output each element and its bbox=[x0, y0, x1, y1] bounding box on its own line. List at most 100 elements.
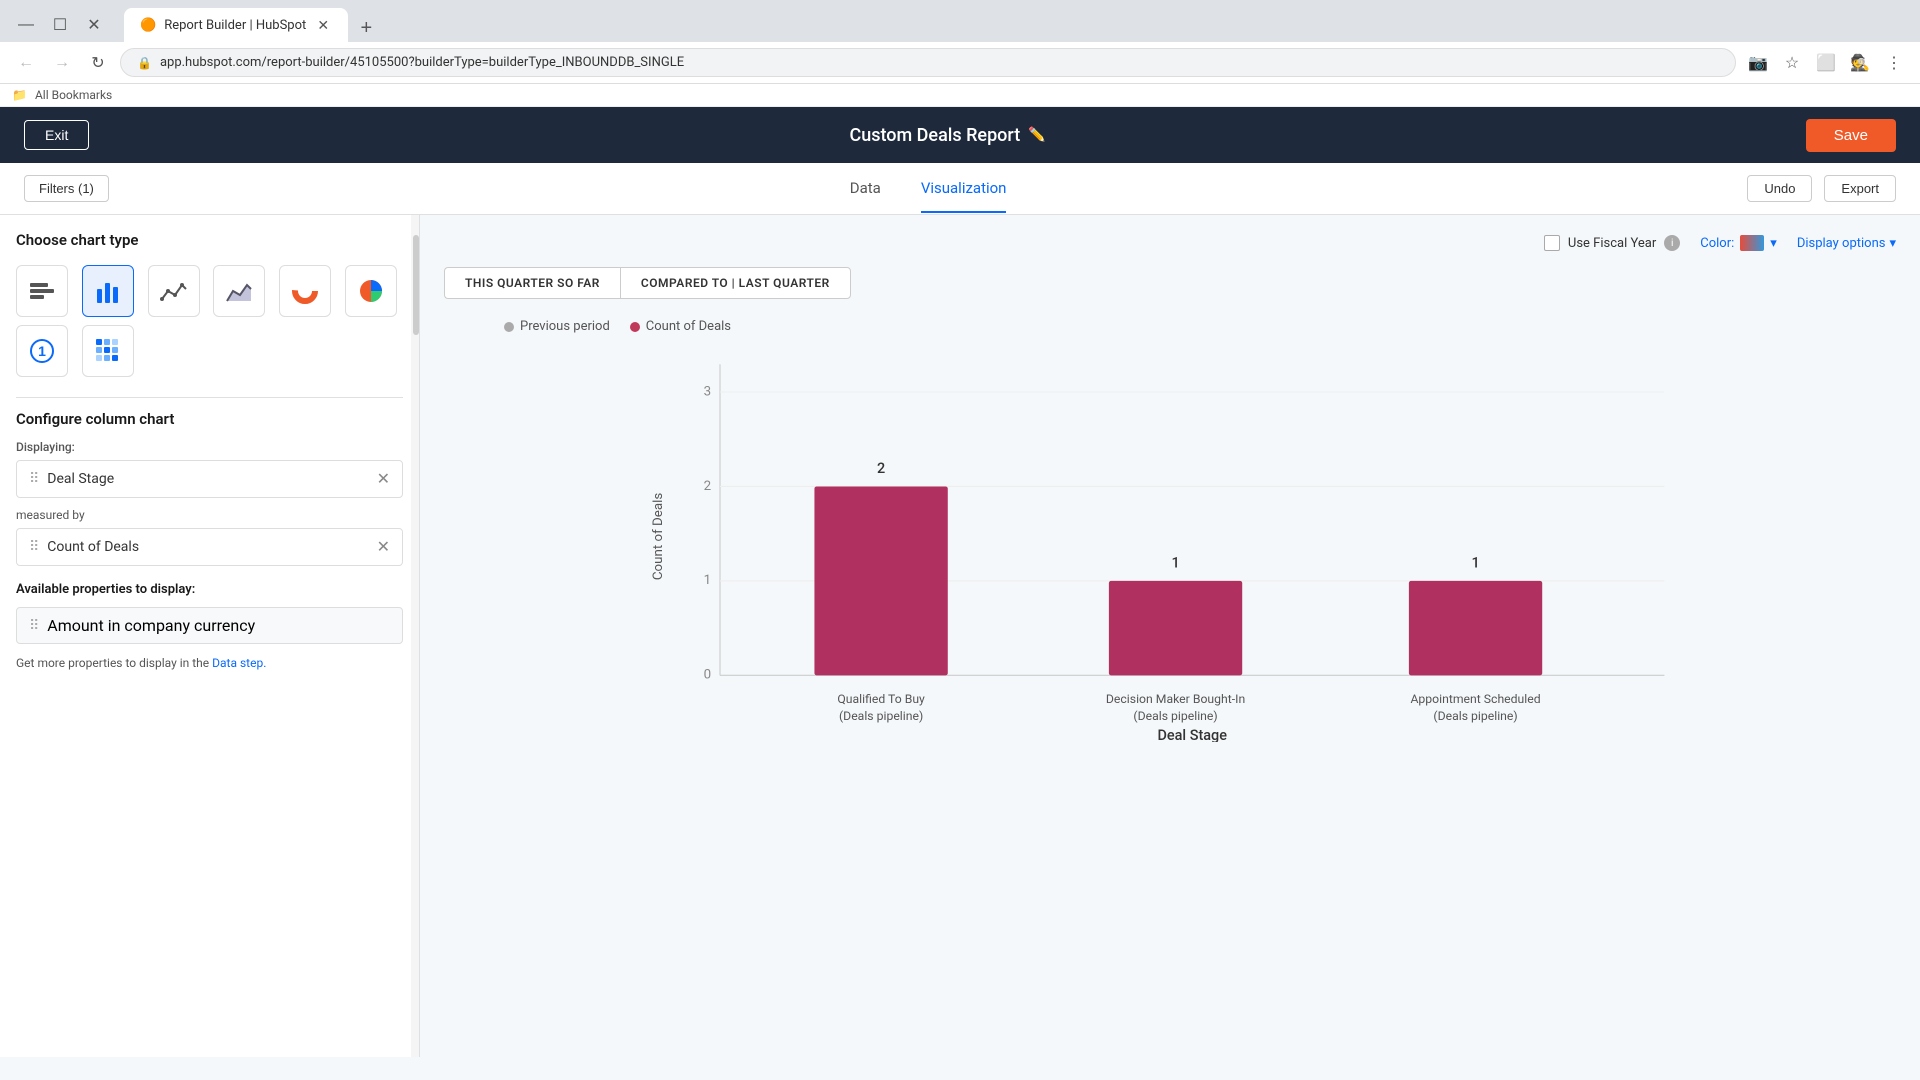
browser-actions: 📷 ☆ ⬜ 🕵 ⋮ bbox=[1744, 49, 1908, 77]
svg-text:2: 2 bbox=[877, 460, 885, 477]
undo-button[interactable]: Undo bbox=[1747, 175, 1812, 202]
tab-favicon: 🟠 bbox=[140, 18, 156, 33]
incognito-button[interactable]: 🕵 bbox=[1846, 49, 1874, 77]
svg-text:Qualified To Buy: Qualified To Buy bbox=[837, 692, 925, 706]
available-properties-title: Available properties to display: bbox=[16, 582, 403, 597]
legend-count-dot bbox=[630, 322, 640, 332]
svg-text:(Deals pipeline): (Deals pipeline) bbox=[1433, 709, 1517, 723]
browser-chrome: ― ☐ ✕ 🟠 Report Builder | HubSpot ✕ + ← →… bbox=[0, 0, 1920, 107]
bar-1 bbox=[814, 486, 947, 675]
legend-count-of-deals: Count of Deals bbox=[630, 319, 731, 334]
chart-type-pie[interactable] bbox=[345, 265, 397, 317]
save-button[interactable]: Save bbox=[1806, 119, 1896, 152]
minimize-button[interactable]: ― bbox=[12, 11, 40, 39]
maximize-button[interactable]: ☐ bbox=[46, 11, 74, 39]
data-step-link[interactable]: Data step. bbox=[212, 656, 266, 670]
this-quarter-tab[interactable]: THIS QUARTER SO FAR bbox=[444, 267, 620, 299]
sidebar-scrollbar-thumb bbox=[413, 235, 419, 335]
chart-types-grid: 1 bbox=[16, 265, 403, 377]
chart-legend: Previous period Count of Deals bbox=[444, 319, 1896, 334]
chart-area: Use Fiscal Year i Color: ▾ Display optio… bbox=[420, 215, 1920, 1057]
tab-data[interactable]: Data bbox=[850, 165, 881, 213]
extensions-button[interactable]: ⬜ bbox=[1812, 49, 1840, 77]
sidebar-scrollbar[interactable] bbox=[411, 215, 419, 1057]
chart-type-vertical-bar[interactable] bbox=[82, 265, 134, 317]
remove-count-button[interactable]: ✕ bbox=[377, 537, 390, 557]
color-swatch bbox=[1740, 235, 1764, 251]
edit-title-icon[interactable]: ✏️ bbox=[1028, 127, 1045, 143]
amount-currency-item[interactable]: ⠿ Amount in company currency bbox=[16, 607, 403, 644]
x-axis-label: Deal Stage bbox=[1157, 727, 1227, 742]
app-wrapper: Exit Custom Deals Report ✏️ Save Filters… bbox=[0, 107, 1920, 1057]
measured-by-label: measured by bbox=[16, 508, 403, 522]
tab-bar: 🟠 Report Builder | HubSpot ✕ + bbox=[124, 8, 380, 42]
bar-2 bbox=[1109, 581, 1242, 675]
tab-close-button[interactable]: ✕ bbox=[314, 16, 332, 34]
svg-text:(Deals pipeline): (Deals pipeline) bbox=[839, 709, 923, 723]
svg-text:(Deals pipeline): (Deals pipeline) bbox=[1133, 709, 1217, 723]
bar-3 bbox=[1409, 581, 1542, 675]
bookmarks-bar: 📁 All Bookmarks bbox=[0, 84, 1920, 107]
tab-title: Report Builder | HubSpot bbox=[164, 18, 306, 33]
top-nav: Exit Custom Deals Report ✏️ Save bbox=[0, 107, 1920, 163]
chart-type-line[interactable] bbox=[148, 265, 200, 317]
display-options-button[interactable]: Display options ▾ bbox=[1797, 236, 1896, 251]
info-icon[interactable]: i bbox=[1664, 235, 1680, 251]
compared-to-tab[interactable]: COMPARED TO | LAST QUARTER bbox=[620, 267, 851, 299]
report-title-text: Custom Deals Report bbox=[850, 125, 1021, 146]
data-step-hint: Get more properties to display in the Da… bbox=[16, 656, 403, 670]
displaying-label: Displaying: bbox=[16, 440, 403, 454]
legend-previous-dot bbox=[504, 322, 514, 332]
y-axis-label: Count of Deals bbox=[651, 493, 666, 580]
tab-visualization[interactable]: Visualization bbox=[921, 165, 1007, 213]
address-bar[interactable]: 🔒 app.hubspot.com/report-builder/4510550… bbox=[120, 48, 1736, 77]
chart-container: 3 2 1 0 Count of Deals 2 bbox=[444, 342, 1896, 1037]
forward-button[interactable]: → bbox=[48, 49, 76, 77]
exit-button[interactable]: Exit bbox=[24, 120, 89, 150]
amount-currency-label: Amount in company currency bbox=[47, 616, 255, 635]
new-tab-button[interactable]: + bbox=[352, 14, 380, 42]
close-button[interactable]: ✕ bbox=[80, 11, 108, 39]
color-label: Color: bbox=[1700, 236, 1734, 251]
sidebar: Choose chart type bbox=[0, 215, 420, 1057]
browser-titlebar: ― ☐ ✕ 🟠 Report Builder | HubSpot ✕ + bbox=[0, 0, 1920, 42]
legend-previous-label: Previous period bbox=[520, 319, 610, 334]
fiscal-year-toggle: Use Fiscal Year i bbox=[1544, 235, 1680, 251]
refresh-button[interactable]: ↻ bbox=[84, 49, 112, 77]
legend-count-label: Count of Deals bbox=[646, 319, 731, 334]
export-button[interactable]: Export bbox=[1824, 175, 1896, 202]
deal-stage-label: Deal Stage bbox=[47, 471, 368, 487]
remove-deal-stage-button[interactable]: ✕ bbox=[377, 469, 390, 489]
chart-options-row: Use Fiscal Year i Color: ▾ Display optio… bbox=[444, 235, 1896, 251]
svg-text:1: 1 bbox=[1171, 555, 1179, 572]
fiscal-year-checkbox[interactable] bbox=[1544, 235, 1560, 251]
toolbar: Filters (1) Data Visualization Undo Expo… bbox=[0, 163, 1920, 215]
toolbar-actions: Undo Export bbox=[1747, 175, 1896, 202]
color-chevron-icon: ▾ bbox=[1770, 236, 1777, 251]
drag-handle-icon-3: ⠿ bbox=[29, 618, 39, 634]
drag-handle-icon-2: ⠿ bbox=[29, 539, 39, 555]
back-button[interactable]: ← bbox=[12, 49, 40, 77]
menu-button[interactable]: ⋮ bbox=[1880, 49, 1908, 77]
active-tab[interactable]: 🟠 Report Builder | HubSpot ✕ bbox=[124, 8, 348, 42]
chart-type-horizontal-bar[interactable] bbox=[16, 265, 68, 317]
svg-text:0: 0 bbox=[704, 668, 712, 683]
chart-type-area[interactable] bbox=[213, 265, 265, 317]
main-layout: Choose chart type bbox=[0, 215, 1920, 1057]
filters-button[interactable]: Filters (1) bbox=[24, 175, 109, 202]
svg-text:Decision Maker Bought-In: Decision Maker Bought-In bbox=[1106, 692, 1245, 706]
svg-text:1: 1 bbox=[704, 573, 712, 588]
chart-type-heatmap[interactable] bbox=[82, 325, 134, 377]
count-of-deals-item: ⠿ Count of Deals ✕ bbox=[16, 528, 403, 566]
configure-title: Configure column chart bbox=[16, 410, 403, 428]
color-option[interactable]: Color: ▾ bbox=[1700, 235, 1777, 251]
browser-toolbar: ← → ↻ 🔒 app.hubspot.com/report-builder/4… bbox=[0, 42, 1920, 84]
display-options-label: Display options bbox=[1797, 236, 1886, 251]
chart-type-section-title: Choose chart type bbox=[16, 231, 403, 249]
star-button[interactable]: ☆ bbox=[1778, 49, 1806, 77]
drag-handle-icon: ⠿ bbox=[29, 471, 39, 487]
bookmarks-label: All Bookmarks bbox=[35, 88, 112, 102]
camera-button[interactable]: 📷 bbox=[1744, 49, 1772, 77]
chart-type-number[interactable]: 1 bbox=[16, 325, 68, 377]
chart-type-donut[interactable] bbox=[279, 265, 331, 317]
